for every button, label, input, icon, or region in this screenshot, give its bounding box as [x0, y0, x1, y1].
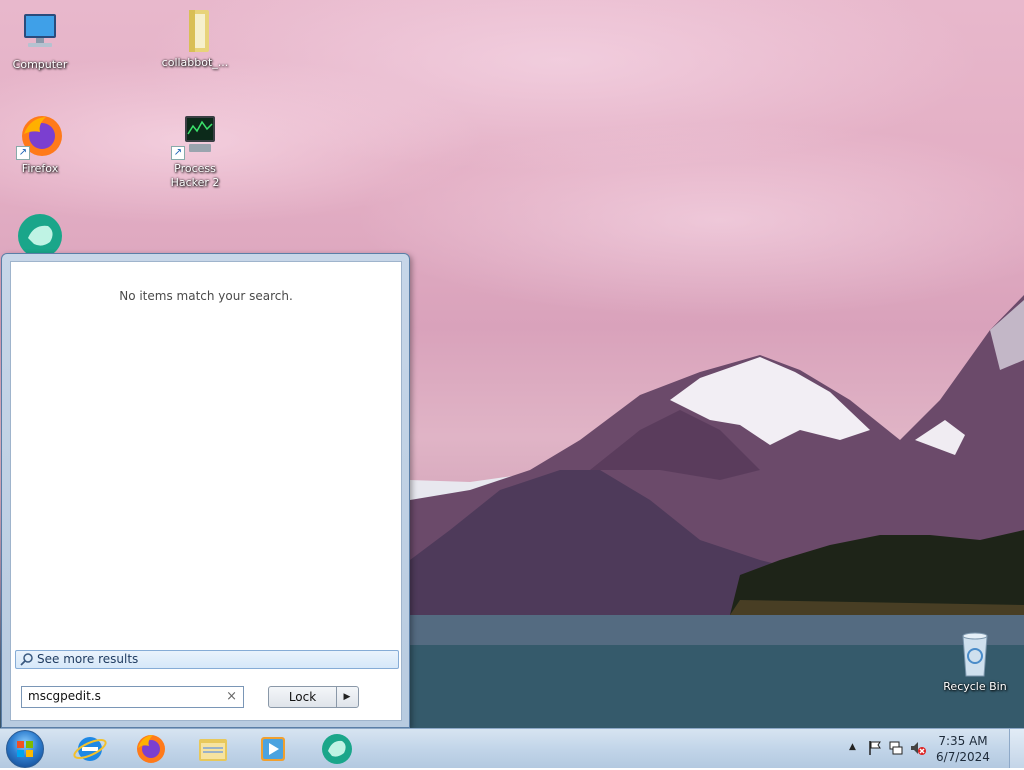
taskbar-app[interactable] [311, 731, 363, 767]
clock[interactable]: 7:35 AM 6/7/2024 [930, 733, 996, 765]
start-menu: No items match your search. See more res… [1, 253, 410, 728]
desktop-icon-folder[interactable]: collabbot_... [155, 6, 235, 70]
windows-logo-icon [17, 741, 33, 757]
show-hidden-icons-arrow[interactable]: ▲ [849, 742, 856, 752]
shortcut-arrow-icon: ↗ [171, 146, 185, 160]
clear-search-icon[interactable]: × [226, 689, 237, 704]
file-explorer-icon [199, 739, 227, 761]
firefox-icon: ↗ [16, 112, 64, 160]
search-icon [20, 652, 34, 671]
desktop-icon-label: Recycle Bin [943, 680, 1007, 693]
internet-explorer-icon [73, 737, 107, 761]
desktop-icon-computer[interactable]: Computer [0, 8, 80, 72]
taskbar-internet-explorer[interactable] [64, 731, 116, 767]
show-desktop-button[interactable] [1009, 729, 1024, 768]
no-results-message: No items match your search. [119, 289, 293, 303]
action-center-flag-icon[interactable] [868, 740, 882, 759]
search-input-value: mscgpedit.s [28, 689, 101, 703]
desktop-icon-firefox[interactable]: ↗ Firefox [0, 112, 80, 176]
taskbar-media-player[interactable] [247, 731, 299, 767]
shortcut-arrow-icon: ↗ [16, 146, 30, 160]
lock-button[interactable]: Lock [269, 687, 337, 707]
desktop-icon-label: Computer [12, 58, 68, 71]
taskbar-firefox[interactable] [125, 731, 177, 767]
media-player-icon [261, 737, 285, 761]
network-icon[interactable] [888, 740, 904, 759]
folder-icon [171, 6, 219, 54]
start-button[interactable] [6, 730, 44, 768]
recycle-bin-icon [951, 630, 999, 678]
lock-split-button: Lock ▶ [268, 686, 359, 708]
start-search-input[interactable]: mscgpedit.s × [21, 686, 244, 708]
shutdown-options-arrow-icon[interactable]: ▶ [336, 687, 358, 707]
search-results-pane: No items match your search. See more res… [10, 261, 402, 721]
taskbar-file-explorer[interactable] [187, 731, 239, 767]
clock-time: 7:35 AM [938, 734, 988, 748]
process-hacker-icon: ↗ [171, 112, 219, 160]
clock-date: 6/7/2024 [936, 750, 990, 764]
app-icon [322, 734, 352, 764]
desktop-icon-process-hacker[interactable]: ↗ Process Hacker 2 [155, 112, 235, 190]
see-more-results-link[interactable]: See more results [15, 650, 399, 669]
firefox-icon [137, 735, 165, 763]
desktop-icon-label: collabbot_... [161, 56, 229, 69]
desktop-icon-recycle-bin[interactable]: Recycle Bin [935, 630, 1015, 694]
volume-muted-icon[interactable] [909, 740, 927, 759]
computer-icon [16, 8, 64, 56]
desktop-icon-label: Firefox [21, 162, 59, 175]
system-tray: ▲ 7:35 AM 6/7/2024 [834, 729, 1024, 769]
taskbar: ▲ 7:35 AM 6/7/2024 [0, 728, 1024, 768]
see-more-label: See more results [37, 652, 139, 666]
desktop-icon-label: Process Hacker 2 [170, 162, 220, 189]
